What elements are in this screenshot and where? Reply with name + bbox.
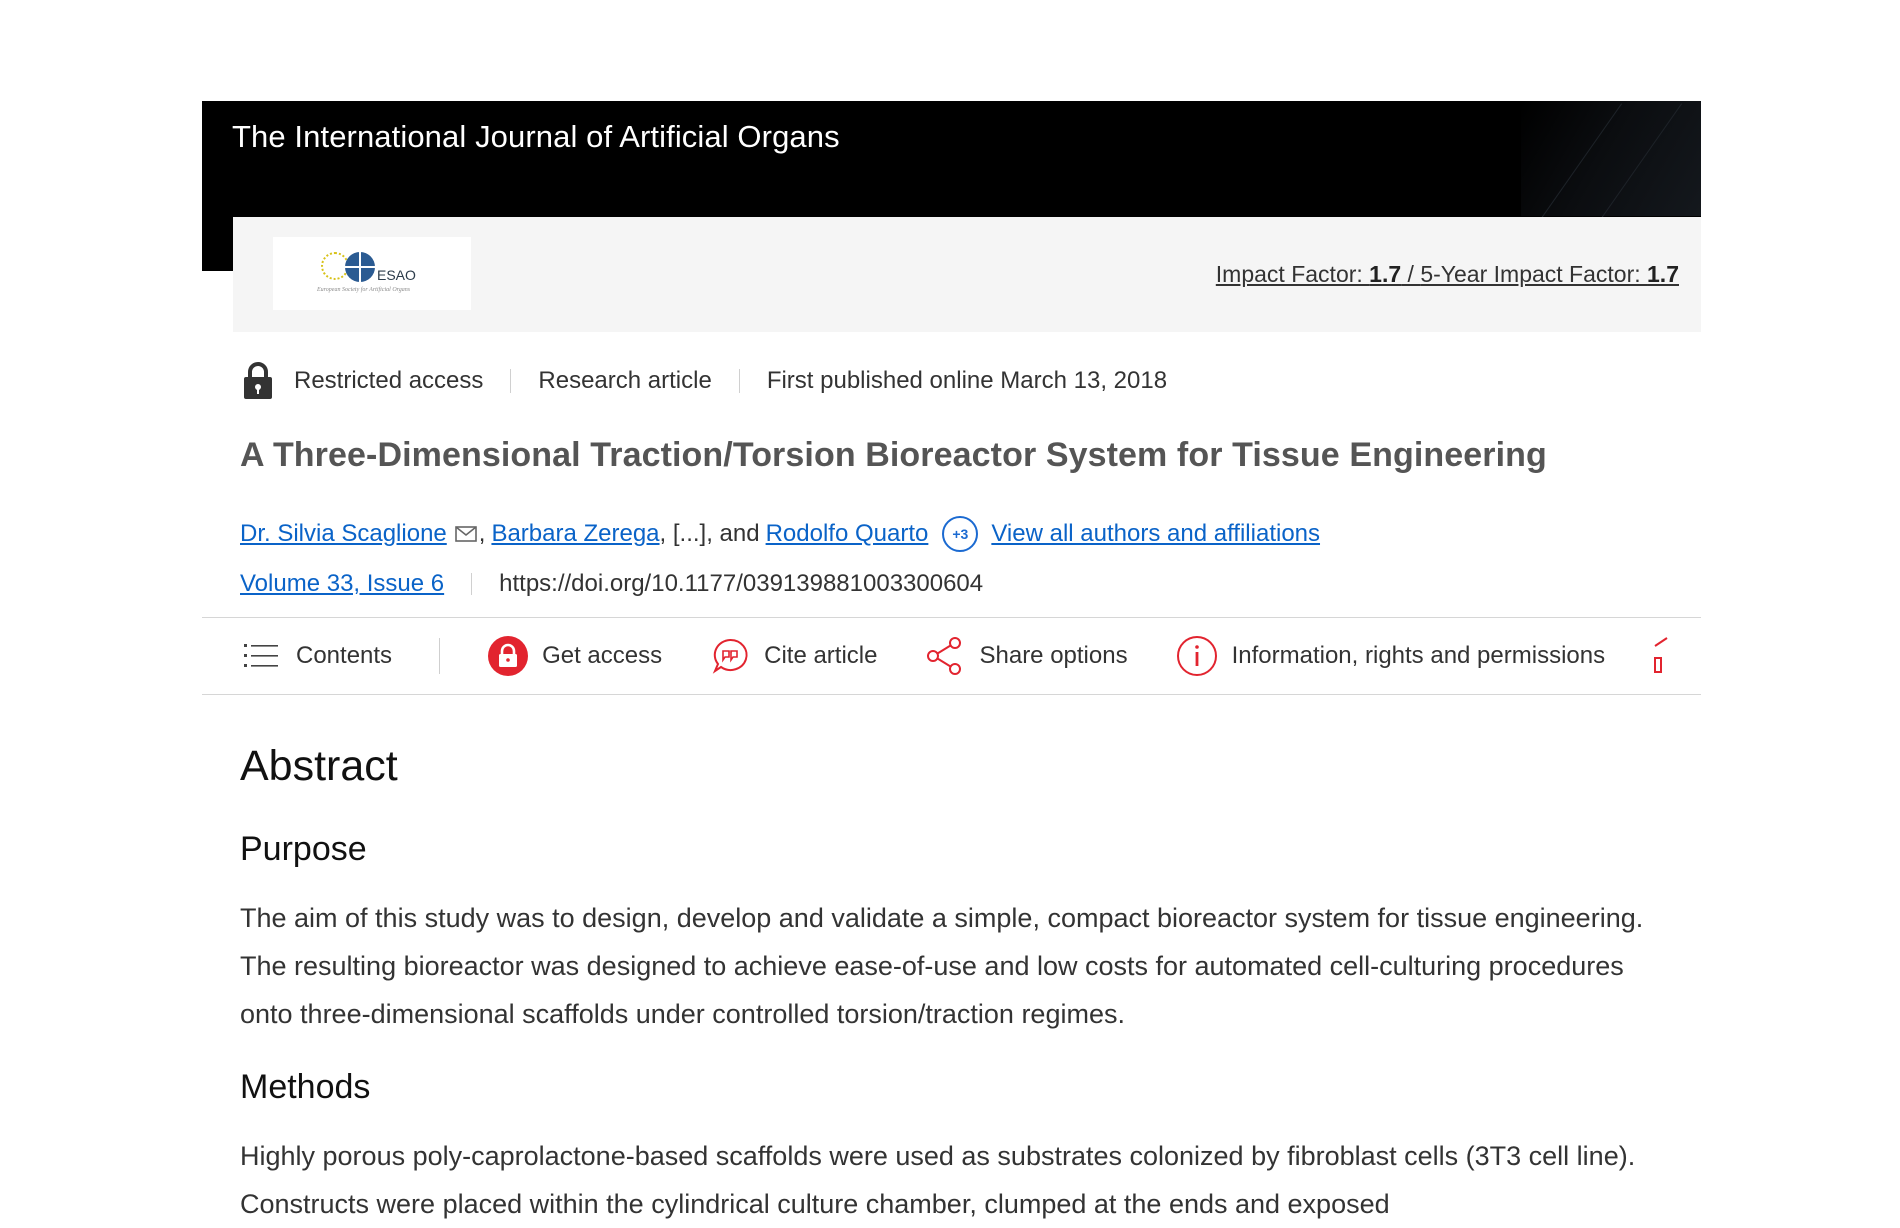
volume-issue-link[interactable]: Volume 33, Issue 6 [240,570,444,598]
info-rights-button[interactable]: Information, rights and permissions [1176,618,1606,694]
toolbar-divider [439,638,441,674]
author-link-quarto[interactable]: Rodolfo Quarto [766,520,929,548]
access-status: Restricted access [294,367,484,394]
journal-title[interactable]: The International Journal of Artificial … [232,119,840,155]
share-icon [927,637,962,675]
lock-icon [244,362,272,399]
author-link-zerega[interactable]: Barbara Zerega [491,520,659,548]
lock-badge-icon [488,636,529,676]
info-icon [1176,636,1217,676]
info-rights-label: Information, rights and permissions [1231,642,1606,669]
abstract-heading: Abstract [240,742,398,790]
journal-info-bar: ESAO European Society for Artificial Org… [233,217,1701,332]
contents-label: Contents [296,642,393,669]
mail-icon[interactable] [454,525,477,543]
five-year-label: 5-Year Impact Factor: [1420,261,1648,287]
share-options-button[interactable]: Share options [925,618,1128,694]
list-icon [244,644,278,667]
metrics-icon [1654,637,1668,673]
author-separator: , [478,520,486,547]
article-title: A Three-Dimensional Traction/Torsion Bio… [240,436,1547,474]
impact-separator: / [1401,261,1421,287]
logo-tagline: European Society for Artificial Organs [317,287,411,293]
purpose-heading: Purpose [240,830,367,868]
get-access-label: Get access [542,642,663,669]
article-type: Research article [538,367,712,394]
purpose-text: The aim of this study was to design, dev… [240,903,1644,1029]
view-all-authors-link[interactable]: View all authors and affiliations [991,520,1320,548]
metrics-button[interactable] [1653,618,1673,694]
divider [738,369,740,393]
article-meta: Restricted access Research article First… [240,360,1167,402]
banner-decoration [1521,101,1701,216]
more-authors-badge[interactable]: +3 [942,516,979,552]
volume-doi-row: Volume 33, Issue 6 https://doi.org/10.11… [240,570,983,598]
article-toolbar: Contents Get access ” Cite article Share… [202,617,1701,695]
quote-bubble-icon: ” [712,638,748,674]
page: The International Journal of Artificial … [0,0,1900,1219]
share-options-label: Share options [979,642,1128,669]
author-link-scaglione[interactable]: Dr. Silvia Scaglione [240,520,447,548]
publish-date: First published online March 13, 2018 [766,367,1168,394]
esao-logo[interactable]: ESAO European Society for Artificial Org… [273,237,471,310]
impact-value: 1.7 [1369,261,1402,287]
contents-button[interactable]: Contents [244,618,392,694]
methods-text: Highly porous poly-caprolactone-based sc… [240,1141,1636,1219]
impact-factor[interactable]: Impact Factor: 1.7 / 5-Year Impact Facto… [1216,261,1679,288]
get-access-button[interactable]: Get access [488,618,662,694]
divider [510,369,512,393]
author-list: Dr. Silvia Scaglione , Barbara Zerega , … [240,516,1320,552]
cite-article-button[interactable]: ” Cite article [710,618,877,694]
cite-article-label: Cite article [764,642,878,669]
divider [471,573,473,595]
impact-label: Impact Factor: [1215,261,1370,287]
five-year-value: 1.7 [1647,261,1679,287]
methods-heading: Methods [240,1068,371,1106]
author-ellipsis: , [...], and [659,520,760,547]
logo-text: ESAO [377,267,416,283]
doi-text[interactable]: https://doi.org/10.1177/0391398810033006… [499,570,983,598]
esao-mark-icon [345,252,375,282]
